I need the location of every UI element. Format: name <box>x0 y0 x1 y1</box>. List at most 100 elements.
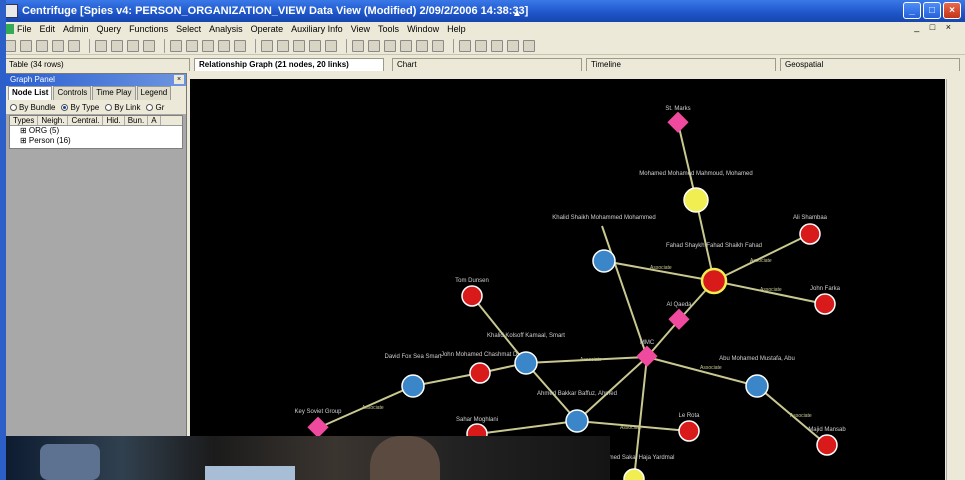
menu-select[interactable]: Select <box>176 24 201 34</box>
menu-file[interactable]: File <box>17 24 32 34</box>
tab-geospatial[interactable]: Geospatial <box>780 58 960 71</box>
menu-admin[interactable]: Admin <box>63 24 89 34</box>
toolbar-separator <box>255 38 256 53</box>
blank-page-icon[interactable] <box>20 39 32 52</box>
menu-operate[interactable]: Operate <box>251 24 284 34</box>
column-bundle[interactable]: Bun. <box>125 116 149 125</box>
node-label: Key Soviet Group <box>294 409 342 415</box>
tab-timeline[interactable]: Timeline <box>586 58 776 71</box>
tree-row-org[interactable]: ⊞ ORG (5) <box>10 126 182 136</box>
title-bar[interactable]: Centrifuge [Spies v4: PERSON_ORGANIZATIO… <box>0 0 965 22</box>
undo-icon[interactable] <box>95 39 107 52</box>
minimize-button[interactable]: _ <box>903 2 921 19</box>
tab-chart[interactable]: Chart <box>392 58 582 71</box>
edge-label: Associate <box>750 258 772 264</box>
tab-controls[interactable]: Controls <box>53 86 92 100</box>
person-node[interactable] <box>469 362 491 384</box>
person-node[interactable] <box>401 374 425 398</box>
radio-by-bundle[interactable]: By Bundle <box>10 103 55 112</box>
zoom-out-icon[interactable] <box>186 39 198 52</box>
radio-more[interactable]: Gr <box>146 103 164 112</box>
radio-by-type[interactable]: By Type <box>61 103 99 112</box>
edge-labels: Associate Associate Associate Associate … <box>362 258 812 431</box>
forward-icon[interactable] <box>143 39 155 52</box>
redo-icon[interactable] <box>111 39 123 52</box>
org-node[interactable] <box>307 416 329 438</box>
person-node-selected[interactable] <box>700 267 728 295</box>
tab-relationship-graph[interactable]: Relationship Graph (21 nodes, 20 links) <box>194 58 384 71</box>
menu-functions[interactable]: Functions <box>129 24 168 34</box>
node-label: Khalid Kolsoff Kamaal, Smart <box>487 333 565 339</box>
back-icon[interactable] <box>127 39 139 52</box>
properties-icon[interactable] <box>523 39 535 52</box>
menu-view[interactable]: View <box>351 24 370 34</box>
save-icon[interactable] <box>52 39 64 52</box>
org-node[interactable] <box>667 111 689 133</box>
mouse-cursor-icon: ▲ <box>512 8 522 19</box>
menu-analysis[interactable]: Analysis <box>209 24 243 34</box>
edge[interactable] <box>601 225 648 358</box>
pencil-icon[interactable] <box>309 39 321 52</box>
edge-label: Associate <box>362 405 384 411</box>
radio-by-link[interactable]: By Link <box>105 103 140 112</box>
column-centrality[interactable]: Central. <box>68 116 104 125</box>
close-button[interactable]: × <box>943 2 961 19</box>
person-node-highlighted[interactable] <box>683 187 709 213</box>
person-node[interactable] <box>678 420 700 442</box>
link-icon[interactable] <box>293 39 305 52</box>
graph-svg[interactable]: St. Marks Mohamed Mohamed Mahmoud, Moham… <box>190 79 945 480</box>
tab-time-play[interactable]: Time Play <box>92 86 136 100</box>
layout-icon[interactable] <box>325 39 337 52</box>
menu-auxiliary-info[interactable]: Auxiliary Info <box>291 24 343 34</box>
filter-icon[interactable] <box>352 39 364 52</box>
pan-icon[interactable] <box>234 39 246 52</box>
refresh-icon[interactable] <box>261 39 273 52</box>
tree-header: Types Neigh. Central. Hid. Bun. A <box>10 116 182 126</box>
relationship-graph-canvas[interactable]: St. Marks Mohamed Mohamed Mahmoud, Moham… <box>190 79 945 480</box>
person-node[interactable] <box>799 223 821 245</box>
tab-table[interactable]: Table (34 rows) <box>4 58 190 71</box>
table-icon[interactable] <box>432 39 444 52</box>
tab-legend[interactable]: Legend <box>136 86 172 100</box>
column-hidden[interactable]: Hid. <box>103 116 125 125</box>
maximize-button[interactable]: □ <box>923 2 941 19</box>
tree-row-person[interactable]: ⊞ Person (16) <box>10 136 182 146</box>
graph-panel-close-button[interactable]: × <box>174 75 184 84</box>
print-icon[interactable] <box>68 39 80 52</box>
paste-icon[interactable] <box>475 39 487 52</box>
bundle-icon[interactable] <box>384 39 396 52</box>
zoom-fit-icon[interactable] <box>202 39 214 52</box>
hide-icon[interactable] <box>277 39 289 52</box>
menu-window[interactable]: Window <box>407 24 439 34</box>
open-icon[interactable] <box>36 39 48 52</box>
person-node[interactable] <box>816 434 838 456</box>
person-node[interactable] <box>745 374 769 398</box>
export-icon[interactable] <box>491 39 503 52</box>
grid-icon[interactable] <box>416 39 428 52</box>
unbundle-icon[interactable] <box>400 39 412 52</box>
person-node[interactable] <box>565 409 589 433</box>
vertical-scrollbar[interactable] <box>946 79 965 480</box>
overlay-shape <box>370 436 440 480</box>
edge[interactable] <box>576 356 648 422</box>
copy-icon[interactable] <box>459 39 471 52</box>
menu-help[interactable]: Help <box>447 24 466 34</box>
menu-edit[interactable]: Edit <box>40 24 56 34</box>
column-a[interactable]: A <box>148 116 161 125</box>
person-node[interactable] <box>461 285 483 307</box>
tab-node-list[interactable]: Node List <box>8 86 53 100</box>
column-types[interactable]: Types <box>10 116 39 125</box>
zoom-selection-icon[interactable] <box>218 39 230 52</box>
delete-icon[interactable] <box>507 39 519 52</box>
zoom-in-icon[interactable] <box>170 39 182 52</box>
person-node[interactable] <box>592 249 616 273</box>
edge-label: Associate <box>620 425 642 431</box>
node-label: Sahar Moghlani <box>456 417 498 423</box>
mdi-controls[interactable]: _ □ × <box>914 22 955 32</box>
menu-tools[interactable]: Tools <box>378 24 399 34</box>
person-node[interactable] <box>623 468 645 480</box>
menu-query[interactable]: Query <box>97 24 122 34</box>
select-icon[interactable] <box>368 39 380 52</box>
column-neighbors[interactable]: Neigh. <box>38 116 69 125</box>
person-node[interactable] <box>814 293 836 315</box>
